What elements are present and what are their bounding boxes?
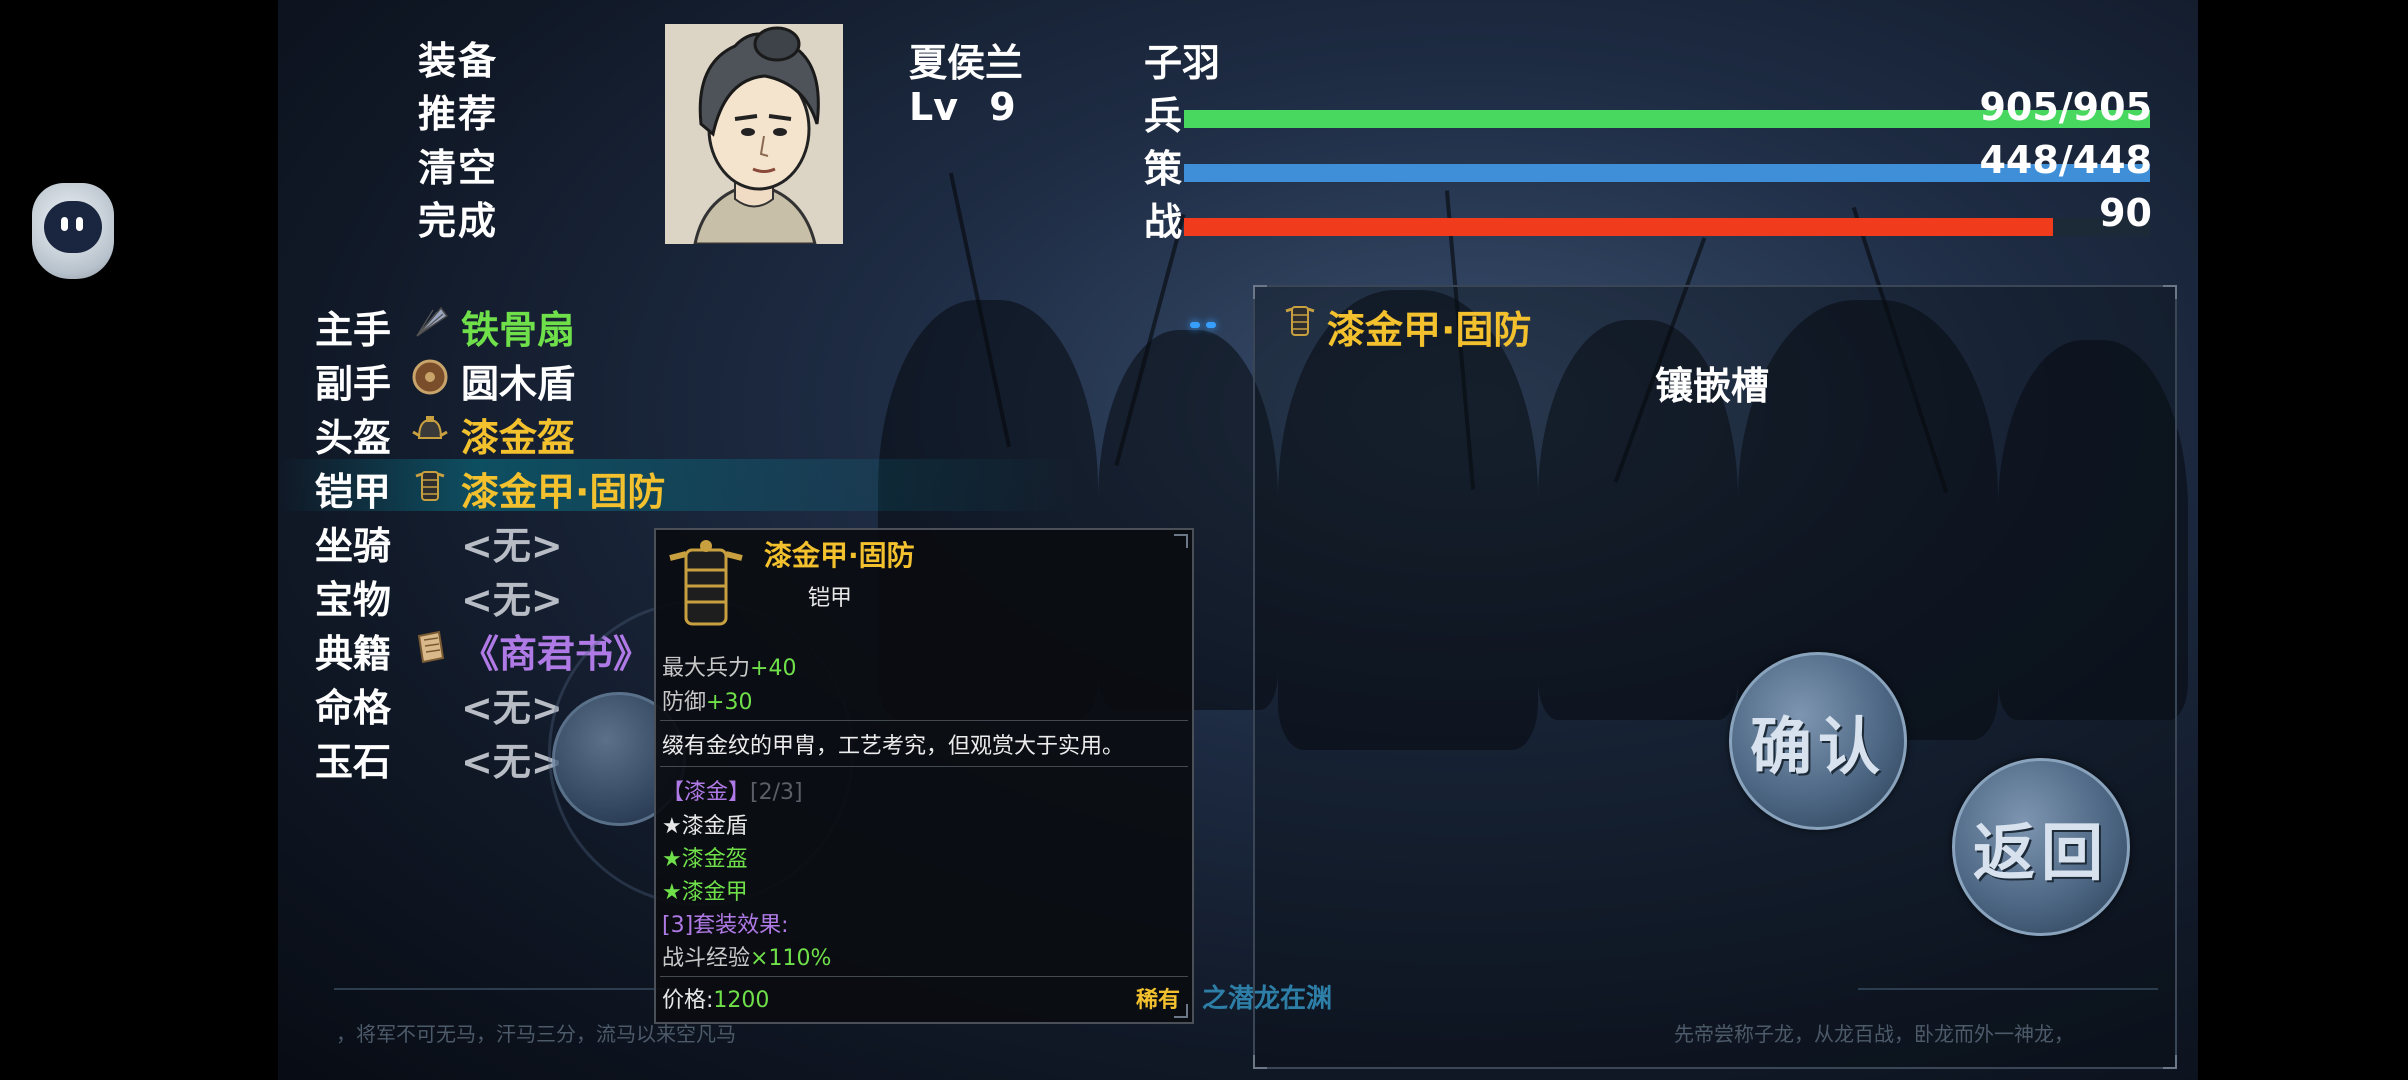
- confirm-label: 确认: [1749, 710, 1886, 783]
- tooltip-price: 价格:1200: [662, 982, 769, 1014]
- tooltip-set-header: 【漆金】[2/3]: [662, 774, 803, 806]
- socket-panel: 漆金甲·固防 镶嵌槽: [1253, 285, 2177, 1069]
- set-item-1: ★漆金盾: [662, 814, 748, 839]
- level-label: Lv: [909, 85, 958, 129]
- stat-label: 最大兵力: [662, 656, 751, 681]
- effect-label: 战斗经验: [662, 946, 751, 971]
- confirm-button[interactable]: 确认: [1729, 652, 1907, 830]
- quote-right: 先帝尝称子龙，从龙百战，卧龙而外一神龙，: [1674, 1022, 2074, 1046]
- set-item-2: ★漆金盔: [662, 847, 748, 872]
- panel-item-name: 漆金甲·固防: [1327, 308, 1532, 352]
- level-value: 9: [989, 85, 1016, 129]
- round-shield-icon: [412, 359, 448, 395]
- tooltip-rarity: 稀有: [1135, 988, 1180, 1013]
- socket-title: 镶嵌槽: [1655, 364, 1770, 408]
- slot-label: 宝物: [315, 578, 392, 622]
- slot-label: 命格: [315, 686, 392, 730]
- battle-bar-fill: [1184, 218, 2054, 236]
- slot-value: <无>: [461, 578, 563, 622]
- bottom-divider-right: [1858, 988, 2158, 990]
- battle-label: 战: [1144, 200, 1183, 244]
- stat-label: 防御: [662, 690, 707, 715]
- assistant-face-icon: [44, 201, 102, 253]
- slot-label: 典籍: [315, 632, 392, 676]
- price-label: 价格:: [662, 988, 714, 1013]
- slot-value: <无>: [461, 524, 563, 568]
- tooltip-divider: [660, 766, 1188, 767]
- set-item-3: ★漆金甲: [662, 880, 748, 905]
- back-button[interactable]: 返回: [1952, 758, 2130, 936]
- armor-icon: [415, 471, 445, 501]
- stat-bonus: +30: [706, 690, 753, 715]
- fan-icon: [416, 306, 449, 337]
- troops-label: 兵: [1144, 94, 1183, 138]
- armor-icon: [1285, 306, 1315, 336]
- slot-label: 头盔: [315, 416, 392, 460]
- menu-equip[interactable]: 装备: [278, 30, 589, 85]
- stat-bonus: +40: [750, 656, 797, 681]
- tooltip-item-type: 铠甲: [808, 586, 853, 611]
- general-level: Lv 9: [909, 85, 1016, 129]
- armor-large-icon: [669, 540, 743, 626]
- general-style-name: 子羽: [1144, 41, 1221, 85]
- tooltip-stat-1: 最大兵力+40: [662, 650, 796, 682]
- slot-armor[interactable]: 铠甲 漆金甲·固防: [278, 459, 1078, 514]
- back-label: 返回: [1972, 816, 2109, 889]
- tooltip-divider: [660, 720, 1188, 721]
- strategy-label: 策: [1144, 147, 1183, 191]
- battle-bar: [1184, 218, 2150, 236]
- slot-label: 主手: [315, 308, 392, 352]
- tooltip-description: 缀有金纹的甲胄，工艺考究，但观赏大于实用。: [662, 734, 1125, 759]
- equipment-screen: 装备 推荐 清空 完成 夏侯兰 Lv 9 子羽 兵 905/905 策 448/…: [278, 0, 2198, 1080]
- helmet-icon: [412, 416, 448, 439]
- tooltip-item-name: 漆金甲·固防: [764, 539, 915, 572]
- battle-value: 90: [2099, 191, 2152, 235]
- price-value: 1200: [713, 988, 770, 1013]
- slot-main-hand[interactable]: 主手 铁骨扇: [278, 297, 1078, 352]
- menu-recommend[interactable]: 推荐: [418, 83, 498, 138]
- menu-clear[interactable]: 清空: [418, 137, 498, 192]
- set-effect-label: [3]套装效果:: [662, 913, 789, 938]
- slot-label: 坐骑: [315, 524, 392, 568]
- slot-label: 玉石: [315, 740, 392, 784]
- strategy-value: 448/448: [1979, 138, 2152, 182]
- bottom-divider-left: [334, 988, 674, 990]
- set-effect-value: 战斗经验×110%: [662, 940, 831, 972]
- scroll-icon: [417, 630, 445, 664]
- menu-done[interactable]: 完成: [418, 190, 498, 245]
- tooltip-stat-2: 防御+30: [662, 684, 752, 716]
- slot-off-hand[interactable]: 副手 圆木盾: [278, 351, 1078, 406]
- general-portrait: [665, 24, 843, 244]
- slot-label: 副手: [315, 362, 392, 406]
- tooltip-divider: [660, 976, 1188, 977]
- general-name: 夏侯兰: [909, 41, 1024, 85]
- slot-value: 圆木盾: [461, 362, 576, 406]
- quote-center: 之潜龙在渊: [1202, 984, 1333, 1014]
- troops-value: 905/905: [1979, 85, 2152, 129]
- slot-helmet[interactable]: 头盔 漆金盔: [278, 405, 1078, 460]
- effect-value: ×110%: [750, 946, 832, 971]
- set-progress: [2/3]: [750, 780, 803, 805]
- item-tooltip: 漆金甲·固防 铠甲 最大兵力+40 防御+30 缀有金纹的甲胄，工艺考究，但观赏…: [654, 528, 1194, 1024]
- floating-assistant-button[interactable]: [32, 183, 114, 279]
- set-name: 【漆金】: [662, 780, 751, 805]
- slot-value: <无>: [461, 686, 563, 730]
- slot-value: 铁骨扇: [461, 308, 576, 352]
- slot-value: 漆金甲·固防: [461, 470, 666, 514]
- slot-label: 铠甲: [315, 470, 392, 514]
- slot-value: 漆金盔: [461, 416, 576, 460]
